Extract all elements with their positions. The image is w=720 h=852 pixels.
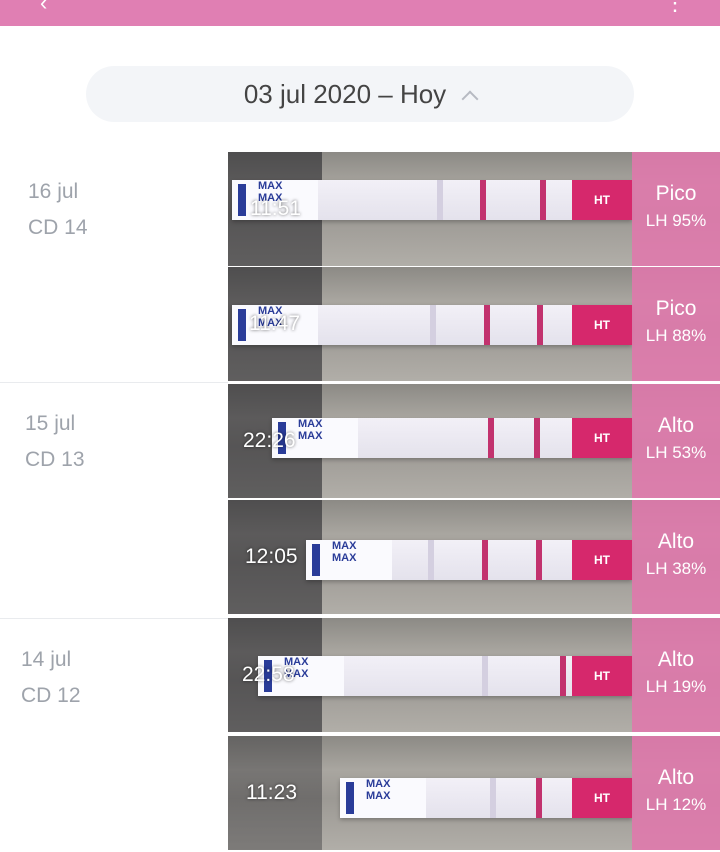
strip-max-label: MAX MAX [340,778,426,818]
control-line [534,418,540,458]
lh-percent: LH 38% [645,559,707,578]
lh-percent: LH 88% [645,326,707,345]
test-strip-image: MAX MAX HT [272,418,632,458]
test-time: 22:58 [242,663,295,686]
test-line [484,305,490,345]
back-icon[interactable]: ‹ [40,0,47,16]
test-strip-image: MAX MAX HT [306,540,632,580]
lh-percent: LH 53% [645,443,707,462]
control-line [536,540,542,580]
test-row[interactable]: MAX MAX HT 11:51 Pico LH 95% [228,152,720,268]
strip-brand: HT [572,540,632,580]
day-group-16-jul: 16 jul CD 14 [28,174,88,246]
app-header: ‹ ⋮ [0,0,720,26]
lh-result: Alto LH 19% [632,618,720,732]
lh-result: Pico LH 95% [632,152,720,266]
test-strip-image: MAX MAX HT [340,778,632,818]
control-line [540,180,546,220]
more-icon[interactable]: ⋮ [664,0,686,16]
cycle-day: CD 14 [28,216,88,239]
strip-line [430,305,436,345]
control-line [537,305,543,345]
lh-level: Alto [657,766,695,789]
control-line [560,656,566,696]
test-time: 11:47 [249,312,300,335]
strip-line [437,180,443,220]
lh-result: Pico LH 88% [632,267,720,381]
test-row[interactable]: MAX MAX HT 11:47 Pico LH 88% [228,267,720,383]
day-date: 14 jul [21,648,72,671]
test-line [480,180,486,220]
date-range-selector[interactable]: 03 jul 2020 – Hoy [86,66,634,122]
test-time: 11:51 [250,197,301,220]
strip-line [490,778,496,818]
strip-brand: HT [572,656,632,696]
cycle-day: CD 12 [21,684,81,707]
day-group-15-jul: 15 jul CD 13 [25,406,85,478]
date-range-label: 03 jul 2020 – Hoy [243,78,447,109]
test-row[interactable]: MAX MAX HT 22:26 Alto LH 53% [228,384,720,500]
lh-level: Alto [657,648,695,671]
test-time: 11:23 [246,781,297,804]
control-line [536,778,542,818]
test-strip-image: MAX MAX HT [258,656,632,696]
lh-level: Pico [655,182,697,205]
lh-level: Alto [657,414,695,437]
strip-line [428,540,434,580]
lh-result: Alto LH 53% [632,384,720,498]
day-date: 16 jul [28,180,79,203]
lh-percent: LH 12% [645,795,707,814]
day-date: 15 jul [25,412,76,435]
test-line [482,540,488,580]
lh-result: Alto LH 38% [632,500,720,614]
test-line [488,418,494,458]
strip-line [482,656,488,696]
chevron-up-icon [461,90,479,108]
lh-result: Alto LH 12% [632,736,720,850]
strip-brand: HT [572,180,632,220]
strip-brand: HT [572,418,632,458]
day-group-14-jul: 14 jul CD 12 [21,642,81,714]
test-row[interactable]: MAX MAX HT 22:58 Alto LH 19% [228,618,720,734]
lh-percent: LH 95% [645,211,707,230]
lh-level: Pico [655,297,697,320]
lh-percent: LH 19% [645,677,707,696]
lh-level: Alto [657,530,695,553]
test-row[interactable]: MAX MAX HT 11:23 Alto LH 12% [228,736,720,852]
day-divider [0,382,228,383]
strip-brand: HT [572,305,632,345]
strip-max-label: MAX MAX [306,540,392,580]
test-row[interactable]: MAX MAX HT 12:05 Alto LH 38% [228,500,720,616]
strip-brand: HT [572,778,632,818]
test-time: 22:26 [243,429,296,452]
day-divider [0,618,228,619]
cycle-day: CD 13 [25,448,85,471]
test-time: 12:05 [245,545,298,568]
